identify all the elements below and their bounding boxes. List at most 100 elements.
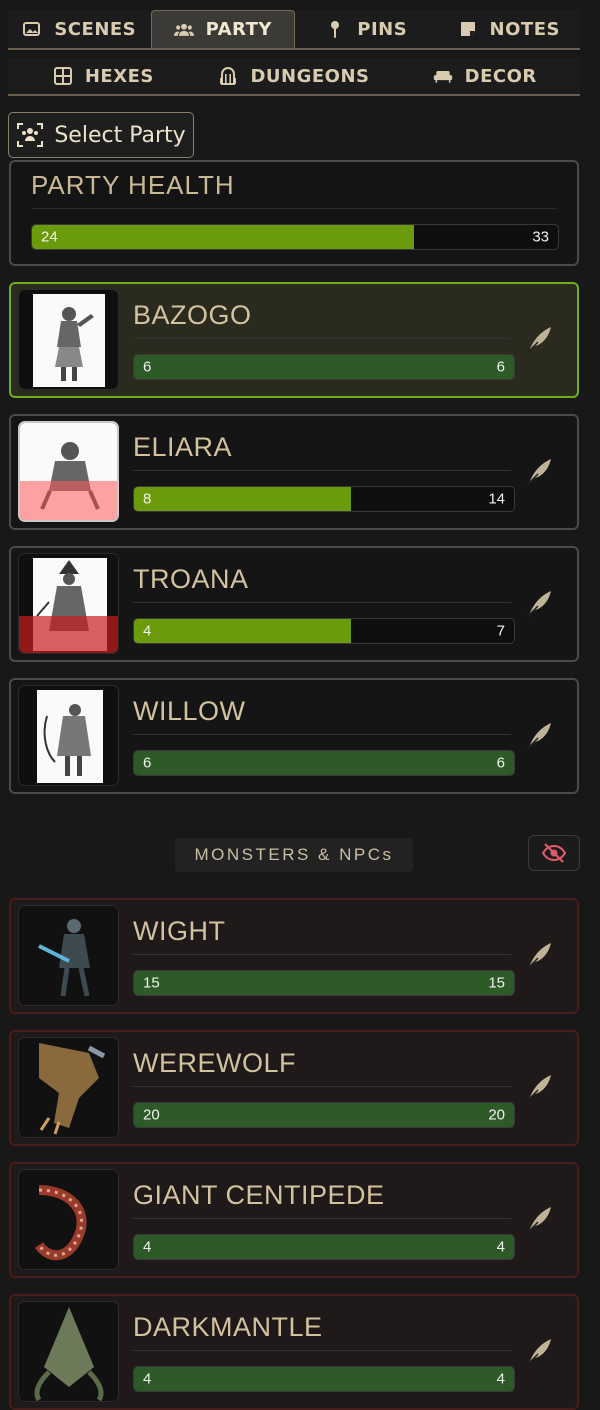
hp-max: 6: [496, 754, 505, 772]
hp-max: 4: [496, 1238, 505, 1256]
monster-portrait: [18, 1037, 119, 1138]
divider: [133, 1218, 511, 1219]
note-icon: [460, 22, 475, 36]
quill-icon[interactable]: [525, 940, 555, 970]
party-card-troana[interactable]: TROANA 4 7: [9, 546, 579, 662]
tab-label: NOTES: [489, 18, 560, 40]
quill-icon[interactable]: [525, 1336, 555, 1366]
monster-card-werewolf[interactable]: WEREWOLF 20 20: [9, 1030, 579, 1146]
hp-current: 4: [143, 622, 152, 640]
hp-bar: 4 4: [133, 1234, 515, 1260]
tab-notes[interactable]: NOTES: [438, 10, 581, 48]
monster-portrait: [18, 905, 119, 1006]
party-health-current: 24: [41, 228, 58, 246]
quill-icon[interactable]: [525, 720, 555, 750]
couch-icon: [433, 71, 452, 83]
monster-card-giant-centipede[interactable]: GIANT CENTIPEDE 4 4: [9, 1162, 579, 1278]
hp-bar: 20 20: [133, 1102, 515, 1128]
character-portrait: [18, 289, 119, 390]
character-portrait: [18, 421, 119, 522]
hp-fill: [134, 1103, 514, 1127]
hp-current: 4: [143, 1238, 152, 1256]
party-card-eliara[interactable]: ELIARA 8 14: [9, 414, 579, 530]
group-select-icon: [17, 123, 44, 147]
hp-max: 6: [496, 358, 505, 376]
quill-icon[interactable]: [525, 588, 555, 618]
monster-name: WIGHT: [133, 916, 226, 946]
hp-max: 7: [496, 622, 505, 640]
pin-icon: [331, 21, 340, 38]
party-health-bar: 24 33: [31, 224, 559, 250]
hp-current: 15: [143, 974, 160, 992]
secondary-tab-bar: HEXES DUNGEONS DECOR: [8, 58, 580, 96]
hp-bar: 4 4: [133, 1366, 515, 1392]
tab-decor[interactable]: DECOR: [389, 58, 580, 94]
dungeon-icon: [220, 67, 237, 85]
character-name: TROANA: [133, 564, 249, 594]
divider: [133, 1086, 511, 1087]
party-card-willow[interactable]: WILLOW 6 6: [9, 678, 579, 794]
tab-dungeons[interactable]: DUNGEONS: [199, 58, 390, 94]
hp-max: 14: [488, 490, 505, 508]
party-health-title: PARTY HEALTH: [31, 170, 235, 200]
monster-card-darkmantle[interactable]: DARKMANTLE 4 4: [9, 1294, 579, 1410]
tab-label: DUNGEONS: [250, 65, 370, 87]
hp-current: 4: [143, 1370, 152, 1388]
monster-name: GIANT CENTIPEDE: [133, 1180, 385, 1210]
hp-current: 8: [143, 490, 152, 508]
hp-bar: 8 14: [133, 486, 515, 512]
hp-current: 6: [143, 358, 152, 376]
divider: [133, 602, 511, 603]
users-icon: [173, 23, 194, 36]
hp-bar: 4 7: [133, 618, 515, 644]
party-health-panel: PARTY HEALTH 24 33: [9, 160, 579, 266]
monster-name: DARKMANTLE: [133, 1312, 323, 1342]
hp-bar: 15 15: [133, 970, 515, 996]
quill-icon[interactable]: [525, 1204, 555, 1234]
character-name: WILLOW: [133, 696, 246, 726]
tab-label: DECOR: [464, 65, 537, 87]
tab-label: PARTY: [205, 19, 272, 40]
quill-icon[interactable]: [525, 456, 555, 486]
tab-pins[interactable]: PINS: [295, 10, 438, 48]
hp-fill: [134, 751, 514, 775]
divider: [133, 734, 511, 735]
tab-scenes[interactable]: SCENES: [8, 10, 151, 48]
quill-icon[interactable]: [525, 324, 555, 354]
hp-current: 6: [143, 754, 152, 772]
hp-bar: 6 6: [133, 750, 515, 776]
hp-fill: [134, 355, 514, 379]
tab-party[interactable]: PARTY: [150, 10, 295, 48]
hp-max: 15: [488, 974, 505, 992]
tab-label: SCENES: [54, 18, 137, 40]
image-icon: [23, 22, 41, 36]
primary-tab-bar: SCENES PARTY PINS NOTES: [8, 10, 580, 50]
divider: [133, 470, 511, 471]
hp-fill: [134, 619, 351, 643]
divider: [133, 338, 511, 339]
quill-icon[interactable]: [525, 1072, 555, 1102]
monster-card-wight[interactable]: WIGHT 15 15: [9, 898, 579, 1014]
hp-current: 20: [143, 1106, 160, 1124]
hp-fill: [134, 971, 514, 995]
tab-hexes[interactable]: HEXES: [8, 58, 199, 94]
monster-portrait: [18, 1169, 119, 1270]
hp-fill: [134, 1235, 514, 1259]
select-party-button[interactable]: Select Party: [8, 112, 194, 158]
monster-name: WEREWOLF: [133, 1048, 296, 1078]
hp-fill: [134, 1367, 514, 1391]
hp-max: 20: [488, 1106, 505, 1124]
monster-portrait: [18, 1301, 119, 1402]
character-portrait: [18, 553, 119, 654]
tab-label: PINS: [357, 18, 408, 40]
character-name: ELIARA: [133, 432, 233, 462]
hp-bar: 6 6: [133, 354, 515, 380]
divider: [133, 954, 511, 955]
hp-max: 4: [496, 1370, 505, 1388]
party-card-bazogo[interactable]: BAZOGO 6 6: [9, 282, 579, 398]
monsters-section-label: MONSTERS & NPCs: [175, 838, 413, 872]
hp-fill: [134, 487, 351, 511]
toggle-visibility-button[interactable]: [528, 835, 580, 871]
eye-slash-icon: [541, 843, 567, 863]
divider: [133, 1350, 511, 1351]
